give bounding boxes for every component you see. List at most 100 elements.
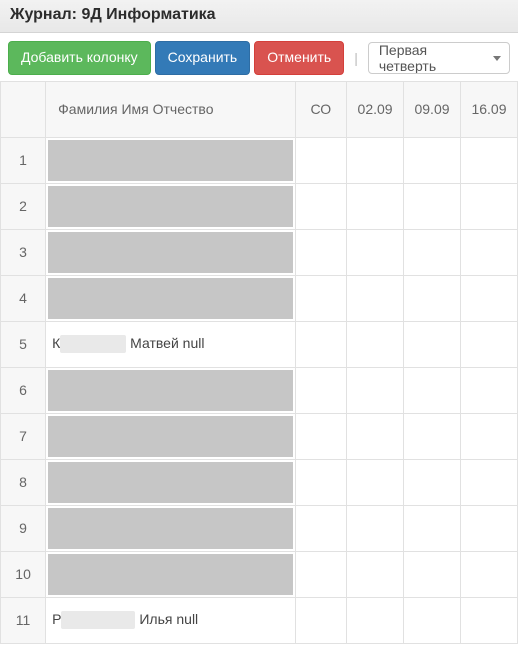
grade-cell[interactable] (404, 551, 461, 597)
student-name-cell[interactable] (46, 137, 295, 183)
row-number: 2 (1, 183, 46, 229)
grade-cell[interactable] (404, 597, 461, 643)
redaction-block (48, 140, 292, 181)
name-prefix: К (52, 335, 60, 351)
grade-cell[interactable] (347, 367, 404, 413)
grade-cell[interactable] (347, 551, 404, 597)
grade-cell[interactable] (347, 413, 404, 459)
co-cell[interactable] (295, 413, 347, 459)
co-cell[interactable] (295, 551, 347, 597)
student-name-cell[interactable] (46, 413, 295, 459)
grade-cell[interactable] (460, 137, 517, 183)
grade-cell[interactable] (460, 459, 517, 505)
co-cell[interactable] (295, 275, 347, 321)
grade-cell[interactable] (347, 597, 404, 643)
redaction-block (48, 508, 292, 549)
grade-cell[interactable] (347, 229, 404, 275)
grade-cell[interactable] (460, 551, 517, 597)
grade-cell[interactable] (404, 459, 461, 505)
student-name-cell[interactable] (46, 367, 295, 413)
save-button[interactable]: Сохранить (155, 41, 251, 75)
table-row: 9 (1, 505, 518, 551)
toolbar-separator: | (348, 50, 364, 66)
cancel-button[interactable]: Отменить (254, 41, 344, 75)
table-row: 6 (1, 367, 518, 413)
student-name-cell[interactable]: К Матвей null (46, 321, 295, 367)
row-number: 11 (1, 597, 46, 643)
grade-grid: Фамилия Имя Отчество СО 02.09 09.09 16.0… (0, 81, 518, 644)
title-subject: 9Д Информатика (81, 6, 215, 23)
header-date-0[interactable]: 02.09 (347, 81, 404, 137)
table-row: 8 (1, 459, 518, 505)
grade-cell[interactable] (404, 229, 461, 275)
student-name-cell[interactable]: Р Илья null (46, 597, 295, 643)
header-date-1[interactable]: 09.09 (404, 81, 461, 137)
student-name-cell[interactable] (46, 459, 295, 505)
row-number: 3 (1, 229, 46, 275)
grade-cell[interactable] (460, 229, 517, 275)
add-column-button[interactable]: Добавить колонку (8, 41, 151, 75)
row-number: 10 (1, 551, 46, 597)
table-row: 11Р Илья null (1, 597, 518, 643)
header-date-2[interactable]: 16.09 (460, 81, 517, 137)
redaction-block (48, 554, 292, 595)
co-cell[interactable] (295, 367, 347, 413)
grade-cell[interactable] (347, 183, 404, 229)
grade-cell[interactable] (460, 183, 517, 229)
grade-cell[interactable] (460, 505, 517, 551)
grade-cell[interactable] (460, 413, 517, 459)
period-select-value: Первая четверть (379, 42, 485, 74)
co-cell[interactable] (295, 505, 347, 551)
period-select[interactable]: Первая четверть (368, 42, 510, 74)
name-visible-part: Илья null (135, 611, 198, 627)
grade-cell[interactable] (347, 321, 404, 367)
co-cell[interactable] (295, 459, 347, 505)
co-cell[interactable] (295, 183, 347, 229)
grade-cell[interactable] (347, 275, 404, 321)
name-prefix: Р (52, 611, 61, 627)
grade-cell[interactable] (347, 137, 404, 183)
table-row: 2 (1, 183, 518, 229)
name-visible-part: Матвей null (126, 335, 204, 351)
grade-cell[interactable] (404, 275, 461, 321)
co-cell[interactable] (295, 137, 347, 183)
grade-cell[interactable] (460, 597, 517, 643)
redaction-block (48, 370, 292, 411)
student-name-cell[interactable] (46, 229, 295, 275)
page-header: Журнал: 9Д Информатика (0, 0, 518, 33)
row-number: 4 (1, 275, 46, 321)
row-number: 9 (1, 505, 46, 551)
co-cell[interactable] (295, 321, 347, 367)
grade-cell[interactable] (404, 137, 461, 183)
grade-cell[interactable] (347, 459, 404, 505)
row-number: 6 (1, 367, 46, 413)
student-name-cell[interactable] (46, 183, 295, 229)
grade-cell[interactable] (404, 505, 461, 551)
redaction-block (48, 232, 292, 273)
redaction-block (48, 416, 292, 457)
toolbar: Добавить колонку Сохранить Отменить | Пе… (0, 33, 518, 81)
table-row: 10 (1, 551, 518, 597)
redaction-block (48, 462, 292, 503)
grade-cell[interactable] (404, 321, 461, 367)
grade-cell[interactable] (460, 321, 517, 367)
row-number: 1 (1, 137, 46, 183)
grade-cell[interactable] (460, 367, 517, 413)
grade-cell[interactable] (404, 183, 461, 229)
student-name-cell[interactable] (46, 505, 295, 551)
grade-cell[interactable] (460, 275, 517, 321)
co-cell[interactable] (295, 597, 347, 643)
student-name-cell[interactable] (46, 275, 295, 321)
table-row: 7 (1, 413, 518, 459)
redaction-block (61, 611, 135, 629)
co-cell[interactable] (295, 229, 347, 275)
grade-cell[interactable] (404, 413, 461, 459)
page-title: Журнал: 9Д Информатика (10, 6, 216, 23)
grade-cell[interactable] (404, 367, 461, 413)
grid-header-row: Фамилия Имя Отчество СО 02.09 09.09 16.0… (1, 81, 518, 137)
header-name[interactable]: Фамилия Имя Отчество (46, 81, 295, 137)
header-co[interactable]: СО (295, 81, 347, 137)
grade-cell[interactable] (347, 505, 404, 551)
student-name-cell[interactable] (46, 551, 295, 597)
title-prefix: Журнал: (10, 6, 77, 23)
